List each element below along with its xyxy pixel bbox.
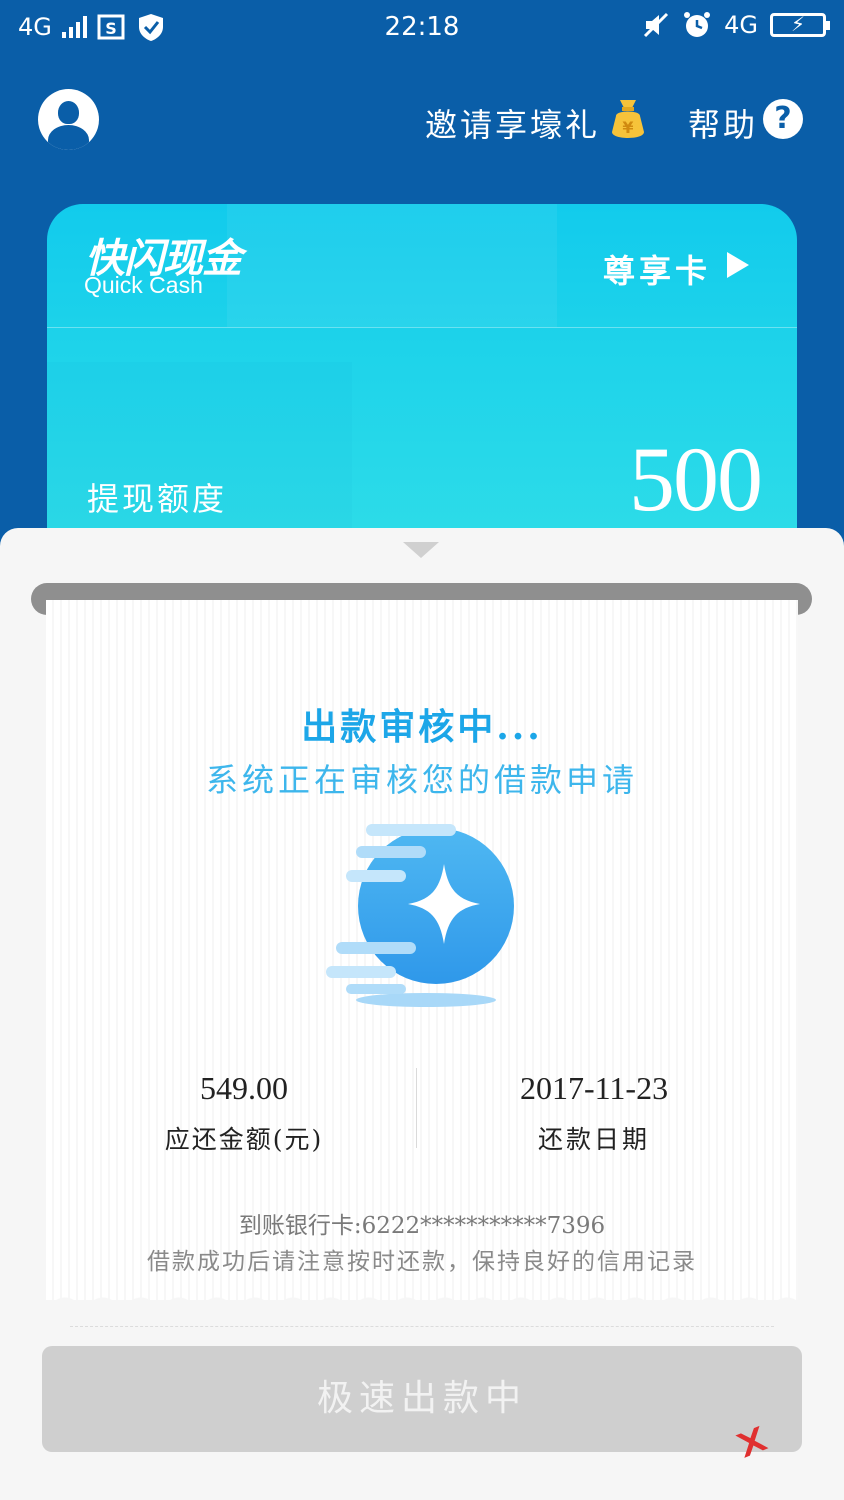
brand-subtitle: Quick Cash: [84, 272, 203, 298]
repay-notice: 借款成功后请注意按时还款，保持良好的信用记录: [147, 1249, 697, 1275]
play-arrow-icon[interactable]: [727, 252, 749, 278]
fast-coin-icon: [326, 824, 514, 1007]
avatar-body-icon: [48, 125, 89, 150]
alarm-icon: [684, 12, 711, 37]
repay-date: 2017-11-23: [519, 1070, 669, 1106]
collapse-arrow-icon[interactable]: [403, 542, 439, 558]
repay-amount-label: 应还金额(元): [164, 1125, 324, 1154]
fast-payout-button[interactable]: 极速出款中: [42, 1346, 802, 1452]
repay-amount: 549.00: [200, 1070, 288, 1106]
battery-icon: ⚡: [770, 12, 830, 37]
quick-cash-card: 快闪现金 Quick Cash 尊享卡 提现额度 500: [47, 204, 797, 564]
status-right: 4G ⚡: [642, 10, 830, 40]
receipt-torn-edge: [46, 1284, 798, 1314]
card-divider: [47, 327, 797, 328]
limit-label: 提现额度: [87, 480, 228, 518]
bank-card-info: 到账银行卡:6222***********7396: [238, 1213, 606, 1239]
repay-date-label: 还款日期: [537, 1125, 650, 1154]
vip-card-link[interactable]: 尊享卡: [603, 246, 711, 292]
invite-link[interactable]: 邀请享壕礼: [425, 100, 600, 146]
dashed-separator: [70, 1326, 774, 1327]
status-bar: 4G S 22:18 4G ⚡: [0, 0, 844, 58]
help-icon[interactable]: ?: [763, 99, 803, 139]
column-divider: [416, 1068, 417, 1148]
avatar-head-icon: [58, 101, 79, 124]
limit-value: 500: [629, 428, 763, 530]
help-link[interactable]: 帮助: [688, 100, 758, 146]
coin-symbol: ¥: [622, 118, 633, 137]
network-type-right: 4G: [724, 11, 758, 39]
mute-icon: [644, 12, 669, 38]
receipt: 出款审核中... 系统正在审核您的借款申请 549.00 应还金额(元) 201…: [46, 600, 798, 1300]
loan-status-sheet: 出款审核中... 系统正在审核您的借款申请 549.00 应还金额(元) 201…: [0, 528, 844, 1500]
status-title: 出款审核中...: [301, 706, 543, 748]
money-bag-icon[interactable]: ¥: [608, 96, 648, 142]
status-subtitle: 系统正在审核您的借款申请: [205, 761, 638, 799]
user-avatar[interactable]: [38, 89, 99, 150]
